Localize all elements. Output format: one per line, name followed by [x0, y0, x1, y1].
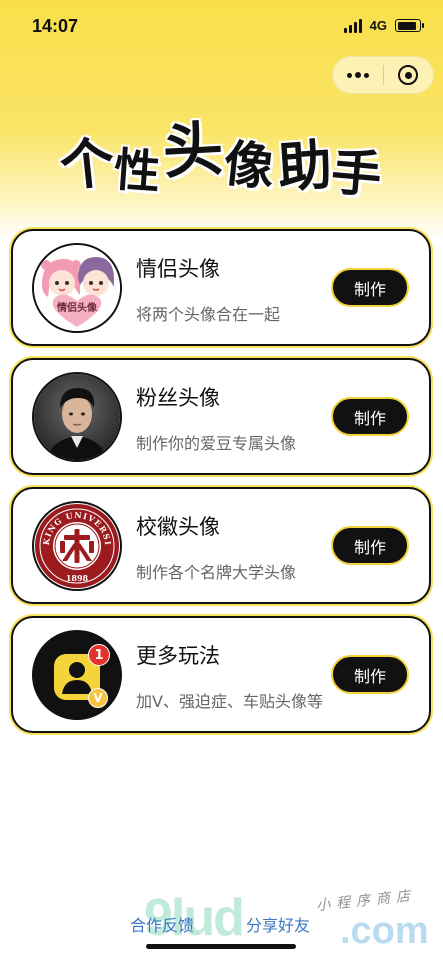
title-char: 助	[274, 132, 336, 201]
make-button[interactable]: 制作	[331, 268, 409, 307]
couple-avatar-icon: 情侣头像	[32, 243, 122, 333]
idol-photo-icon	[32, 372, 122, 462]
emblem-year: 1898	[66, 573, 89, 583]
card-fan-avatar[interactable]: 粉丝头像 制作你的爱豆专属头像 制作	[11, 358, 431, 475]
mini-program-capsule	[332, 56, 434, 94]
battery-level	[397, 21, 417, 30]
share-link[interactable]: 分享好友	[246, 912, 310, 936]
title-char: 头	[160, 113, 228, 188]
card-school-avatar[interactable]: PEKING UNIVERSITY 1898 校徽头像 制作各个名牌大学头像 制…	[11, 487, 431, 604]
card-couple-avatar[interactable]: 情侣头像 情侣头像 将两个头像合在一起 制作	[11, 229, 431, 346]
card-title: 校徽头像	[136, 515, 220, 539]
more-dots-icon[interactable]	[333, 57, 383, 93]
target-close-icon[interactable]	[383, 57, 433, 93]
title-char: 手	[328, 142, 387, 206]
status-indicators: 4G	[343, 18, 424, 33]
status-bar: 14:07 4G	[0, 0, 443, 56]
make-button[interactable]: 制作	[331, 526, 409, 565]
title-char: 像	[220, 133, 280, 198]
card-more-features[interactable]: 1 V 更多玩法 加V、强迫症、车贴头像等 制作	[11, 616, 431, 733]
card-desc: 制作各个名牌大学头像	[136, 563, 297, 582]
network-type: 4G	[369, 18, 387, 33]
card-title: 粉丝头像	[136, 386, 220, 410]
notification-badge: 1	[88, 644, 110, 666]
home-indicator	[146, 944, 296, 949]
battery-icon	[395, 19, 424, 32]
make-button[interactable]: 制作	[331, 397, 409, 436]
title-char: 个	[56, 129, 120, 200]
card-title: 情侣头像	[136, 257, 220, 281]
page-title: 个性头像助手	[0, 108, 443, 206]
user-badge-icon: 1 V	[32, 630, 122, 720]
university-emblem-icon: PEKING UNIVERSITY 1898	[32, 501, 122, 591]
v-badge: V	[88, 688, 108, 708]
make-button[interactable]: 制作	[331, 655, 409, 694]
card-desc: 将两个头像合在一起	[136, 305, 281, 324]
footer: 合作反馈 分享好友	[0, 912, 443, 938]
feedback-link[interactable]: 合作反馈	[130, 912, 194, 936]
couple-badge-text: 情侣头像	[57, 303, 97, 314]
signal-icon	[343, 18, 362, 33]
card-desc: 加V、强迫症、车贴头像等	[136, 692, 323, 711]
title-char: 性	[111, 141, 165, 200]
status-time: 14:07	[32, 16, 79, 36]
watermark-subtitle: 小程序商店	[315, 887, 417, 915]
card-desc: 制作你的爱豆专属头像	[136, 434, 297, 453]
card-title: 更多玩法	[136, 644, 220, 668]
